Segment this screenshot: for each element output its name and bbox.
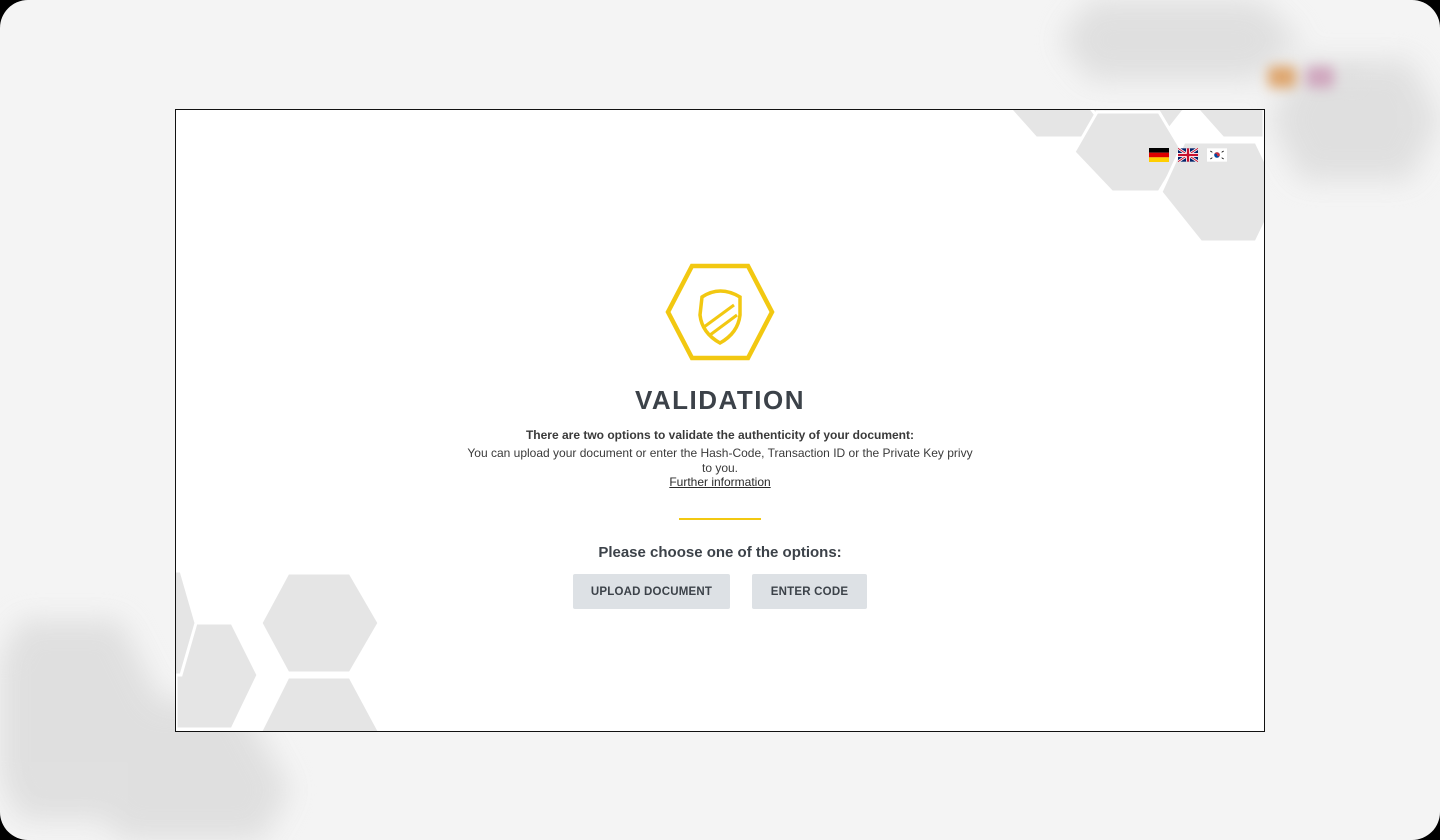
further-information-link[interactable]: Further information (669, 475, 770, 489)
intro-description: You can upload your document or enter th… (467, 446, 973, 475)
german-flag-icon[interactable] (1149, 148, 1169, 162)
korean-flag-icon[interactable] (1207, 148, 1227, 162)
page-title: VALIDATION (634, 385, 806, 415)
hexagon-decoration-bottom-left (176, 571, 381, 731)
blurred-background-flags (1268, 66, 1360, 88)
language-selector (1149, 148, 1227, 162)
uk-flag-icon[interactable] (1178, 148, 1198, 162)
shield-hexagon-icon (665, 263, 775, 361)
choose-option-prompt: Please choose one of the options: (598, 544, 842, 561)
enter-code-button[interactable]: ENTER CODE (752, 574, 867, 609)
accent-divider (679, 518, 761, 520)
validation-modal: VALIDATION There are two options to vali… (175, 109, 1265, 732)
intro-heading: There are two options to validate the au… (525, 428, 915, 442)
hexagon-decoration-top-right (1009, 110, 1264, 244)
upload-document-button[interactable]: UPLOAD DOCUMENT (573, 574, 730, 609)
further-information-container: Further information (176, 475, 1264, 489)
